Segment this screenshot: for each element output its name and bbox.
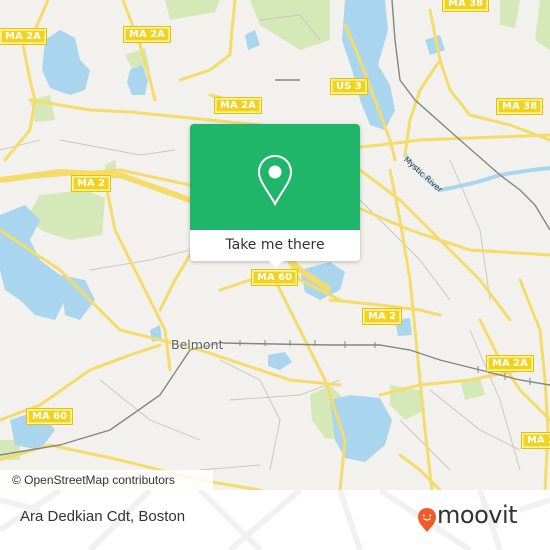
road-shield-us3: US 3 <box>330 78 368 95</box>
map-attribution[interactable]: © OpenStreetMap contributors <box>0 470 213 490</box>
road-shield-ma2: MA 2 <box>361 308 403 325</box>
road-shield-ma38: MA 38 <box>495 98 544 115</box>
destination-popup: Take me there <box>190 124 360 268</box>
map-view[interactable]: MA 2A MA 2A MA 2A MA 38 US 3 MA 38 MA 2 … <box>0 0 550 490</box>
road-shield-ma2a: MA 2A <box>0 28 47 45</box>
road-shield-ma2: MA 2 <box>520 432 550 449</box>
place-label-belmont: Belmont <box>171 337 224 352</box>
popup-header <box>190 124 360 230</box>
road-shield-ma2a: MA 2A <box>486 355 534 372</box>
road-shield-ma2: MA 2 <box>70 175 112 192</box>
road-shield-ma60: MA 60 <box>25 408 74 425</box>
take-me-there-button[interactable]: Take me there <box>225 230 324 261</box>
moovit-wordmark: moovit <box>437 501 518 529</box>
road-shield-ma38: MA 38 <box>441 0 490 12</box>
place-name: Ara Dedkian Cdt, Boston <box>20 508 186 525</box>
popup-footer: Take me there <box>190 230 360 261</box>
popup-pointer <box>268 260 284 268</box>
road-shield-ma2a: MA 2A <box>123 26 171 43</box>
map-pin-icon <box>257 154 293 206</box>
moovit-pin-icon <box>418 508 436 532</box>
footer-bar: Ara Dedkian Cdt, Boston moovit <box>0 490 550 550</box>
road-shield-ma60: MA 60 <box>250 269 299 286</box>
road-shield-ma2a: MA 2A <box>214 97 262 114</box>
